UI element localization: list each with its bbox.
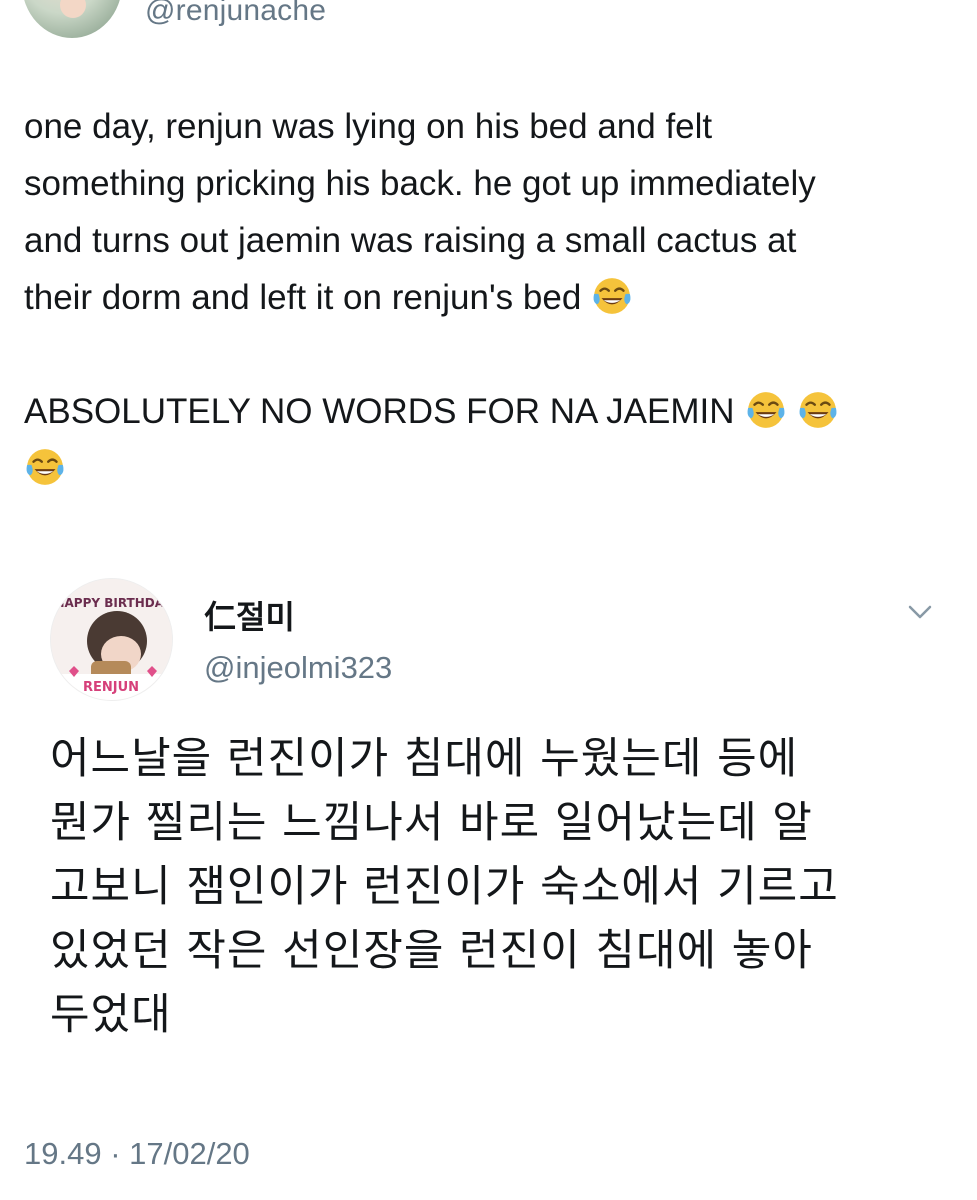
tweet-body: one day, renjun was lying on his bed and…	[24, 98, 954, 497]
chevron-down-icon[interactable]	[905, 600, 935, 624]
tweet-paragraph-2: ABSOLUTELY NO WORDS FOR NA JAEMIN	[24, 383, 954, 497]
quoted-line: 어느날을 런진이가 침대에 누웠는데 등에	[50, 734, 799, 784]
tweet-line: their dorm and left it on renjun's bed	[24, 278, 582, 317]
tweet-screenshot: @renjunache one day, renjun was lying on…	[0, 0, 977, 1200]
author-handle[interactable]: @renjunache	[145, 0, 326, 28]
author-avatar[interactable]	[22, 0, 122, 38]
tweet-line: ABSOLUTELY NO WORDS FOR NA JAEMIN	[24, 392, 735, 431]
quoted-tweet-body: 어느날을 런진이가 침대에 누웠는데 등에 뭔가 찔리는 느낌나서 바로 일어났…	[50, 727, 950, 1047]
tears-of-joy-icon	[747, 392, 784, 428]
quoted-line: 있었던 작은 선인장을 런진이 침대에 놓아	[50, 926, 813, 976]
tears-of-joy-icon	[593, 278, 631, 314]
tweet-line: something pricking his back. he got up i…	[24, 164, 816, 203]
tears-of-joy-icon	[26, 449, 64, 485]
tweet-line: and turns out jaemin was raising a small…	[24, 221, 797, 260]
avatar-face	[60, 0, 86, 18]
tweet-line: one day, renjun was lying on his bed and…	[24, 107, 713, 146]
quoted-line: 고보니 잼인이가 런진이가 숙소에서 기르고	[50, 862, 839, 912]
quoted-author-avatar[interactable]: HAPPY BIRTHDAY RENJUN	[50, 578, 173, 701]
timestamp[interactable]: 19.49 · 17/02/20	[24, 1136, 250, 1172]
avatar-image: HAPPY BIRTHDAY RENJUN	[51, 579, 172, 700]
avatar-caption-bottom: RENJUN	[83, 680, 139, 695]
tweet-line-with-emoji: ABSOLUTELY NO WORDS FOR NA JAEMIN	[24, 383, 954, 440]
quoted-line: 두었대	[50, 990, 172, 1040]
quoted-author-handle[interactable]: @injeolmi323	[204, 650, 392, 686]
tears-of-joy-icon	[799, 392, 836, 428]
emoji-line	[24, 440, 954, 497]
tweet-line-with-emoji: their dorm and left it on renjun's bed	[24, 269, 954, 326]
quoted-author-name[interactable]: 仁절미	[204, 592, 295, 638]
tweet-paragraph-1: one day, renjun was lying on his bed and…	[24, 98, 954, 326]
quoted-line: 뭔가 찔리는 느낌나서 바로 일어났는데 알	[50, 798, 813, 848]
avatar-caption-top: HAPPY BIRTHDAY	[54, 596, 171, 610]
